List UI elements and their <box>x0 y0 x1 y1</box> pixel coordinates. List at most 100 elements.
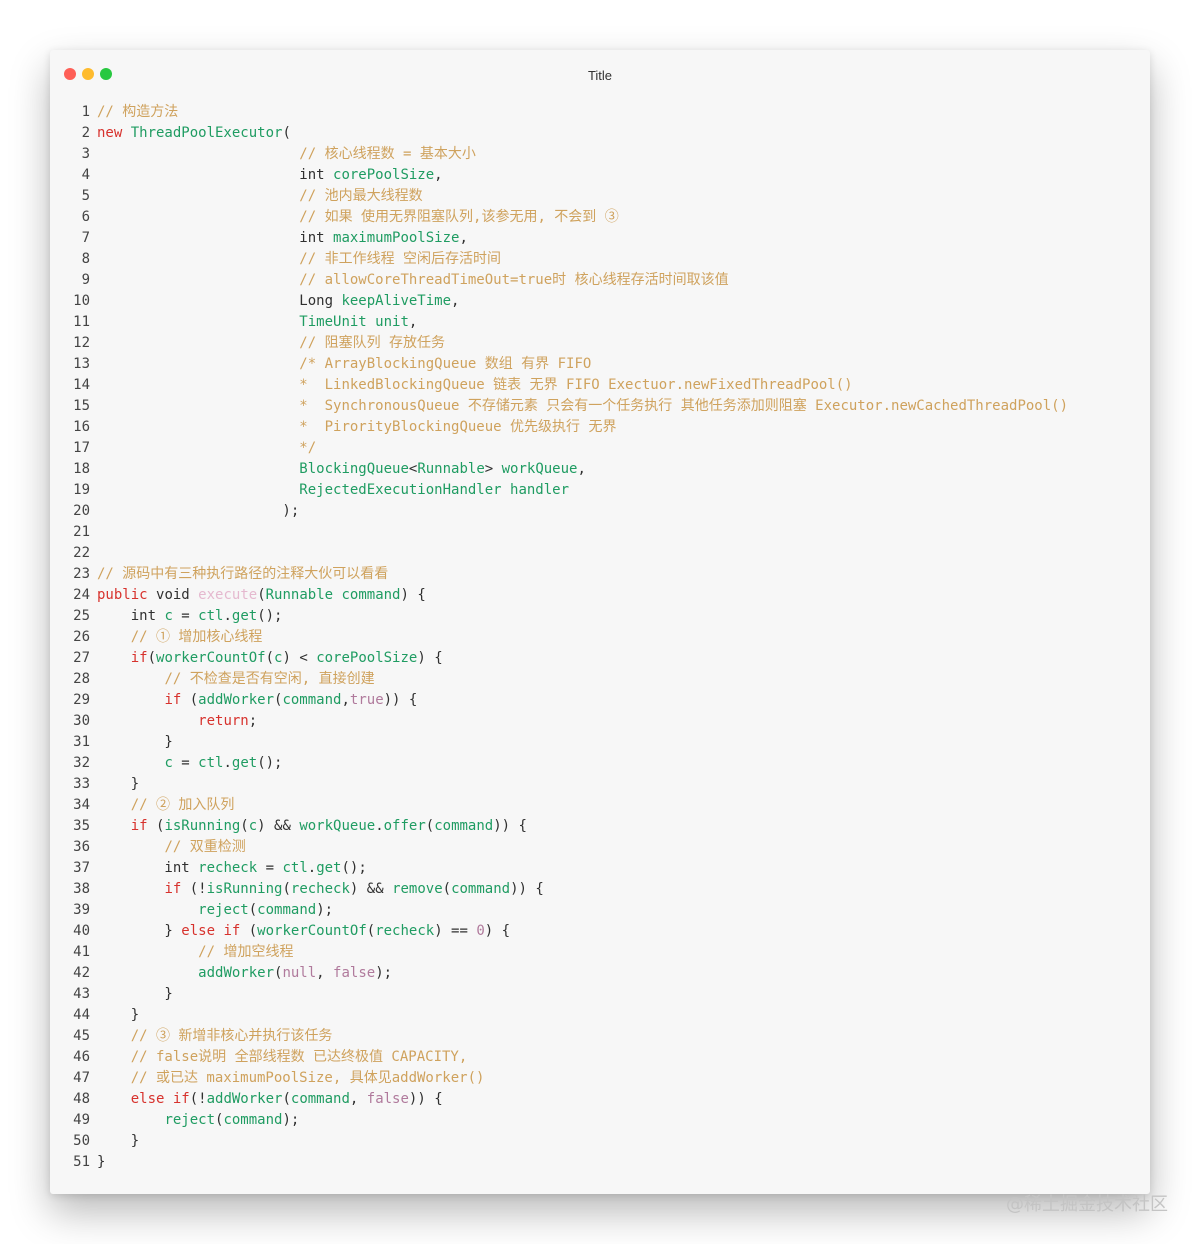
code-token: int <box>97 230 334 246</box>
line-number: 13 <box>73 356 90 372</box>
code-token: addWorker <box>206 1091 283 1107</box>
code-token: isRunning <box>164 818 241 834</box>
code-window: Title 1// 构造方法 2 new ThreadPoolExecutor(3 … <box>50 50 1150 1194</box>
code-block: 1// 构造方法 2 new ThreadPoolExecutor(3 // 核心线… <box>50 102 1150 1173</box>
code-line: 45 // ③ 新增非核心并执行该任务 <box>50 1026 1150 1047</box>
code-token: addWorker <box>198 965 275 981</box>
line-number: 33 <box>73 776 90 792</box>
code-token: recheck <box>290 881 350 897</box>
code-token: false <box>333 965 376 981</box>
code-token: */ <box>299 440 317 456</box>
code-token: (! <box>181 881 207 897</box>
line-number: 28 <box>73 671 90 687</box>
code-line: 22 <box>50 543 1150 564</box>
code-line: 1 // 构造方法 <box>50 102 1150 123</box>
code-line: 21 <box>50 522 1150 543</box>
code-line: 30 return; <box>50 711 1150 732</box>
code-token: get <box>316 860 342 876</box>
code-token: ) && <box>257 818 300 834</box>
code-line: 50 } <box>50 1131 1150 1152</box>
line-number: 10 <box>73 293 90 309</box>
code-line: 32 c = ctl.get(); <box>50 753 1150 774</box>
code-line: 33 } <box>50 774 1150 795</box>
code-line: 5 // 池内最大线程数 <box>50 186 1150 207</box>
code-token: workQueue <box>501 461 578 477</box>
code-line: 2 new ThreadPoolExecutor( <box>50 123 1150 144</box>
code-token: int <box>97 167 334 183</box>
code-token: command <box>290 1091 350 1107</box>
code-token: (); <box>341 860 367 876</box>
code-token: ThreadPoolExecutor <box>130 125 283 141</box>
code-token: // false说明 全部线程数 已达终极值 CAPACITY, <box>130 1049 468 1065</box>
code-token: get <box>231 608 258 624</box>
code-token: workerCountOf <box>156 650 266 666</box>
code-line: 43 } <box>50 984 1150 1005</box>
code-token: . <box>223 608 232 624</box>
code-token: // 如果 使用无界阻塞队列,该参无用, 不会到 ③ <box>299 209 619 225</box>
code-token: , <box>316 965 334 981</box>
line-number: 45 <box>73 1028 90 1044</box>
code-line: 46 // false说明 全部线程数 已达终极值 CAPACITY, <box>50 1047 1150 1068</box>
code-token: corePoolSize <box>333 167 435 183</box>
code-line: 26 // ① 增加核心线程 <box>50 627 1150 648</box>
code-line: 48 else if(!addWorker(command, false)) { <box>50 1089 1150 1110</box>
line-number: 43 <box>73 986 90 1002</box>
code-token: . <box>375 818 384 834</box>
window-title: Title <box>587 68 613 83</box>
line-number: 29 <box>73 692 90 708</box>
code-token: ctl <box>282 860 308 876</box>
line-number: 18 <box>73 461 90 477</box>
code-token: * PirorityBlockingQueue 优先级执行 无界 <box>299 419 617 435</box>
line-number: 16 <box>73 419 90 435</box>
code-token: if <box>164 692 182 708</box>
code-token: ) == <box>434 923 477 939</box>
code-token: else if <box>130 1091 190 1107</box>
code-token: = <box>172 755 199 771</box>
code-token: ( <box>240 818 249 834</box>
code-token: command <box>434 818 494 834</box>
code-token: Runnable command <box>265 587 401 603</box>
code-line: 8 // 非工作线程 空闲后存活时间 <box>50 249 1150 270</box>
code-token: ( <box>257 587 266 603</box>
code-token: ( <box>282 881 291 897</box>
code-token: = <box>172 608 199 624</box>
code-token: execute <box>198 587 258 603</box>
code-token: corePoolSize <box>316 650 418 666</box>
code-token: , <box>408 314 418 330</box>
code-token: if <box>130 650 148 666</box>
code-line: 15 * SynchronousQueue 不存储元素 只会有一个任务执行 其他… <box>50 396 1150 417</box>
code-token: TimeUnit unit <box>299 314 409 330</box>
code-token: ); <box>282 1112 300 1128</box>
code-line: 18 BlockingQueue<Runnable> workQueue, <box>50 459 1150 480</box>
code-token: )) { <box>510 881 544 897</box>
line-number: 27 <box>73 650 90 666</box>
code-token: command <box>257 902 317 918</box>
code-line: 20 ); <box>50 501 1150 522</box>
line-number: 50 <box>73 1133 90 1149</box>
line-number: 6 <box>81 209 90 225</box>
code-token: , <box>577 461 586 477</box>
code-token: command <box>282 692 342 708</box>
code-token: ) < <box>282 650 317 666</box>
code-token: ( <box>147 650 157 666</box>
code-line: 7 int maximumPoolSize, <box>50 228 1150 249</box>
code-line: 29 if (addWorker(command,true)) { <box>50 690 1150 711</box>
line-number: 30 <box>73 713 90 729</box>
code-token: isRunning <box>206 881 283 897</box>
code-token: /* ArrayBlockingQueue 数组 有界 FIFO <box>299 356 592 372</box>
code-token: , <box>349 1091 367 1107</box>
code-token: c <box>164 608 173 624</box>
code-token: public <box>97 587 157 603</box>
code-line: 39 reject(command); <box>50 900 1150 921</box>
code-token: get <box>231 755 258 771</box>
code-token: c <box>248 818 258 834</box>
line-number: 31 <box>73 734 90 750</box>
